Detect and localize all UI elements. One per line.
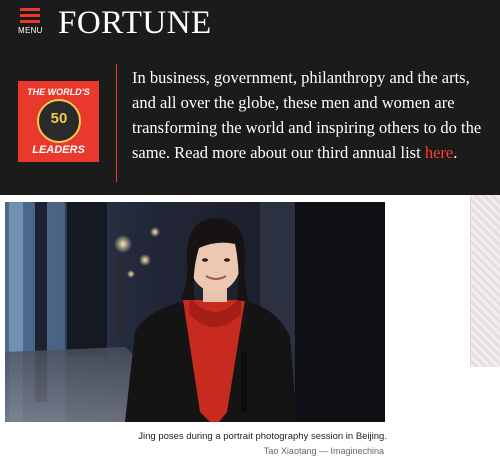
article-photo xyxy=(5,202,385,422)
banner-period: . xyxy=(453,143,458,162)
hamburger-icon-bar xyxy=(20,14,40,17)
badge-title: THE WORLD'S xyxy=(27,87,90,97)
top-bar: MENU FORTUNE xyxy=(0,0,500,46)
fortune-logo[interactable]: FORTUNE xyxy=(58,3,212,43)
banner-description: In business, government, philanthropy an… xyxy=(132,65,492,165)
photo-illustration xyxy=(5,202,385,422)
worlds-leaders-badge[interactable]: THE WORLD'S 50 LEADERS xyxy=(18,81,99,162)
worlds-leaders-banner: THE WORLD'S 50 LEADERS In business, gove… xyxy=(0,46,500,195)
banner-divider xyxy=(116,64,117,182)
badge-number: 50 xyxy=(50,110,68,127)
menu-label: MENU xyxy=(18,26,43,35)
hamburger-icon xyxy=(20,8,40,11)
photo-caption: Jing poses during a portrait photography… xyxy=(138,431,387,442)
badge-emblem: 50 xyxy=(37,99,81,143)
badge-subtitle: LEADERS xyxy=(32,144,85,156)
menu-button[interactable]: MENU xyxy=(18,7,44,39)
sidebar-ad-strip xyxy=(470,195,500,367)
hamburger-icon-bar xyxy=(20,20,40,23)
here-link[interactable]: here xyxy=(425,143,453,162)
